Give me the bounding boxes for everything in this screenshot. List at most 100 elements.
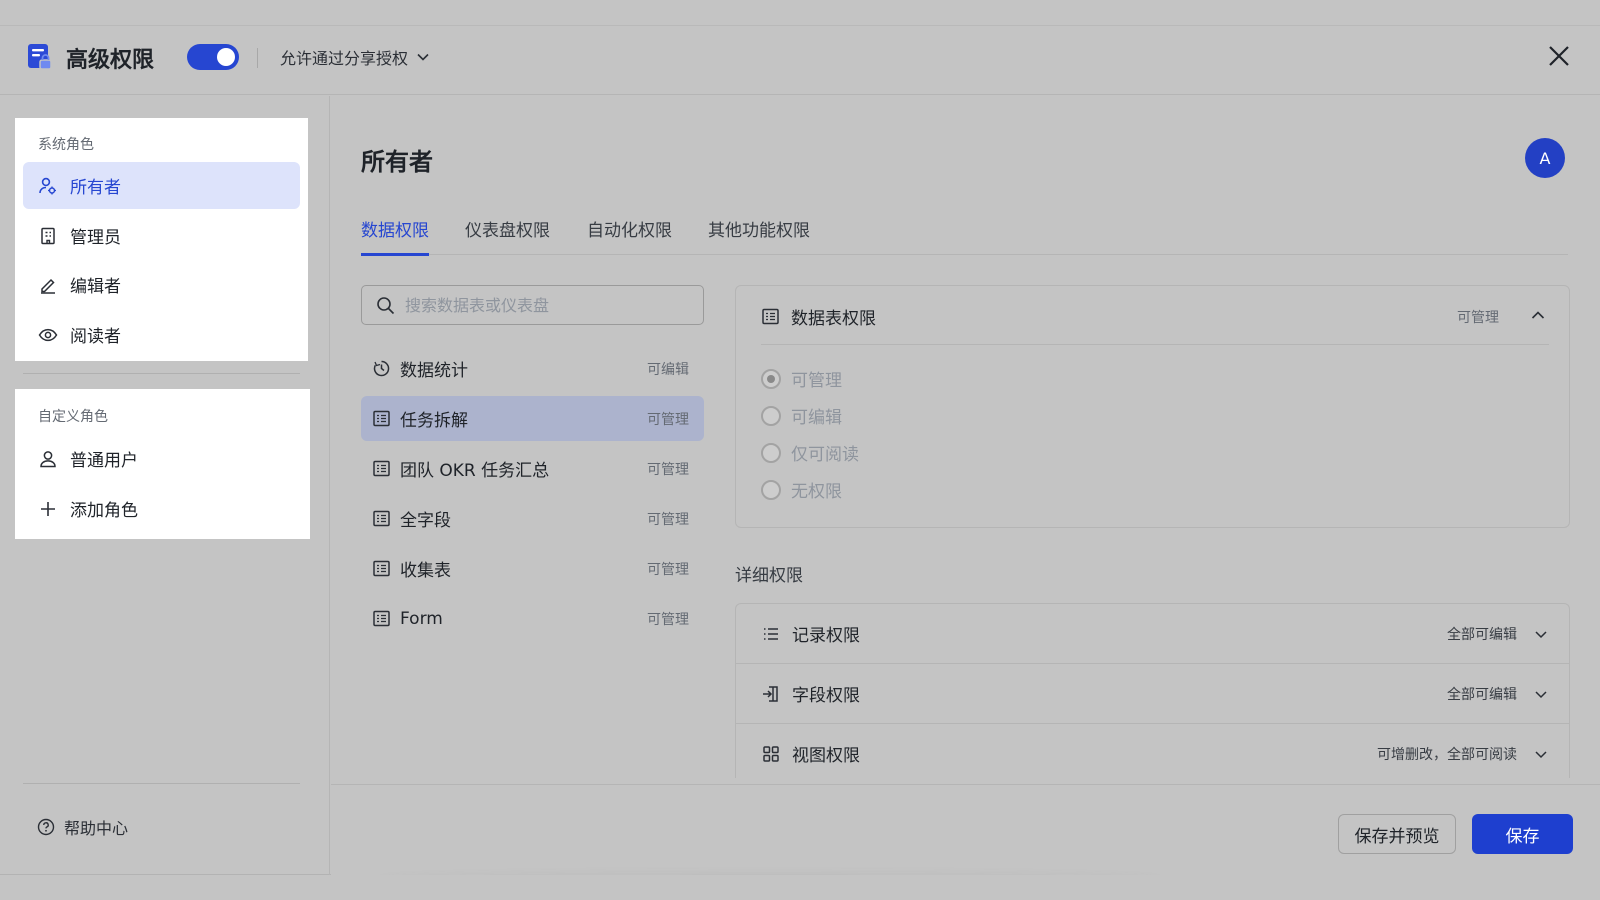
table-icon <box>373 510 390 527</box>
detail-row-field[interactable]: 字段权限 全部可编辑 <box>736 664 1569 724</box>
field-icon <box>763 685 778 702</box>
role-label: 阅读者 <box>70 327 121 347</box>
detail-row-record[interactable]: 记录权限 全部可编辑 <box>736 604 1569 664</box>
search-input[interactable] <box>405 295 685 315</box>
table-icon <box>762 308 779 325</box>
search-icon <box>377 296 395 314</box>
table-list-item[interactable]: 任务拆解 可管理 <box>361 396 704 441</box>
radio-button[interactable] <box>761 405 781 426</box>
user-icon <box>40 450 56 467</box>
role-item-normal-user[interactable]: 普通用户 <box>23 435 300 482</box>
table-list-item[interactable]: 收集表 可管理 <box>361 546 704 591</box>
table-permission-header: 数据表权限 <box>761 304 876 329</box>
permission-option-label: 仅可阅读 <box>791 445 859 465</box>
table-list-item[interactable]: 全字段 可管理 <box>361 496 704 541</box>
table-list-item[interactable]: Form 可管理 <box>361 596 704 641</box>
tab-dashboard-permissions[interactable]: 仪表盘权限 <box>465 216 550 253</box>
chevron-down-icon <box>1535 690 1547 698</box>
grid-icon <box>763 745 779 762</box>
role-item-owner[interactable]: 所有者 <box>23 162 300 209</box>
permission-option-label: 可编辑 <box>791 408 842 428</box>
dialog-title: 高级权限 <box>66 48 155 73</box>
role-item-admin[interactable]: 管理员 <box>23 212 300 259</box>
advanced-permission-app-icon <box>28 44 52 70</box>
role-label: 管理员 <box>70 228 121 248</box>
table-search-box[interactable] <box>361 285 704 325</box>
table-permission-card: 数据表权限 可管理 可管理 可编辑 仅可阅读 无权限 <box>735 285 1570 528</box>
help-center-label: 帮助中心 <box>64 819 129 838</box>
radio-button[interactable] <box>761 479 781 500</box>
role-permission-panel: 所有者 A 数据权限 仪表盘权限 自动化权限 其他功能权限 数据统计 可编辑 任… <box>331 96 1600 876</box>
table-permission-value: 可编辑 <box>647 361 689 378</box>
backdrop-top <box>0 0 1600 25</box>
table-name: 数据统计 <box>400 361 468 381</box>
table-name: 全字段 <box>400 511 451 531</box>
table-name: 任务拆解 <box>400 411 468 431</box>
eye-icon <box>38 328 58 341</box>
chevron-down-icon <box>1535 630 1547 638</box>
role-title: 所有者 <box>361 148 433 176</box>
detail-name: 记录权限 <box>792 626 860 646</box>
radio-button[interactable] <box>761 368 781 389</box>
system-roles-label: 系统角色 <box>38 137 94 153</box>
table-icon <box>373 560 390 577</box>
avatar[interactable]: A <box>1525 138 1565 178</box>
table-permission-value: 可管理 <box>647 511 689 528</box>
table-permission-title: 数据表权限 <box>791 309 876 329</box>
role-item-editor[interactable]: 编辑者 <box>23 261 300 308</box>
table-name: 收集表 <box>400 561 451 581</box>
dialog-footer: 保存并预览 保存 <box>331 784 1600 876</box>
share-authorization-dropdown[interactable]: 允许通过分享授权 <box>280 45 430 69</box>
roles-sidebar: 系统角色 所有者 管理员 编辑者 阅读者 自定义角色 普通用户 添加角色 帮助中… <box>0 96 330 876</box>
chevron-down-icon <box>1535 750 1547 758</box>
tab-automation-permissions[interactable]: 自动化权限 <box>587 216 672 253</box>
table-permission-value: 可管理 <box>647 561 689 578</box>
dashboard-icon <box>373 360 390 377</box>
share-dropdown-label: 允许通过分享授权 <box>280 49 409 68</box>
detail-row-view[interactable]: 视图权限 可增删改，全部可阅读 <box>736 724 1569 778</box>
owner-icon <box>39 177 56 194</box>
sidebar-divider <box>23 373 300 374</box>
save-and-preview-button[interactable]: 保存并预览 <box>1338 814 1456 854</box>
detail-value: 可增删改，全部可阅读 <box>1377 746 1517 763</box>
pencil-icon <box>41 278 55 294</box>
permission-option-label: 可管理 <box>791 371 842 391</box>
custom-roles-card: 自定义角色 普通用户 添加角色 <box>15 389 310 539</box>
dialog-header: 高级权限 允许通过分享授权 <box>0 26 1600 95</box>
permission-option-label: 无权限 <box>791 482 842 502</box>
table-icon <box>373 410 390 427</box>
permission-option-edit[interactable]: 可编辑 <box>761 403 842 428</box>
close-icon[interactable] <box>1546 43 1572 69</box>
permission-option-none[interactable]: 无权限 <box>761 477 842 502</box>
role-item-reader[interactable]: 阅读者 <box>23 311 300 358</box>
permission-option-manage[interactable]: 可管理 <box>761 366 842 391</box>
table-permission-status: 可管理 <box>1457 310 1499 326</box>
role-label: 编辑者 <box>70 277 121 297</box>
plus-icon <box>41 501 55 516</box>
help-center-link[interactable]: 帮助中心 <box>37 815 128 839</box>
table-icon <box>373 460 390 477</box>
advanced-permissions-toggle[interactable] <box>187 44 239 70</box>
table-list-item[interactable]: 数据统计 可编辑 <box>361 346 704 391</box>
add-role-button[interactable]: 添加角色 <box>23 485 300 532</box>
radio-button[interactable] <box>761 442 781 463</box>
add-role-label: 添加角色 <box>70 501 138 521</box>
question-circle-icon <box>37 818 55 836</box>
table-list-item[interactable]: 团队 OKR 任务汇总 可管理 <box>361 446 704 491</box>
detail-name: 视图权限 <box>792 746 860 766</box>
tab-other-permissions[interactable]: 其他功能权限 <box>708 216 810 253</box>
header-divider <box>257 48 258 68</box>
permission-tabs: 数据权限 仪表盘权限 自动化权限 其他功能权限 <box>361 213 1568 256</box>
permission-option-read-only[interactable]: 仅可阅读 <box>761 440 859 465</box>
save-button[interactable]: 保存 <box>1472 814 1573 854</box>
table-icon <box>373 610 390 627</box>
chevron-up-icon[interactable] <box>1529 306 1547 324</box>
role-label: 普通用户 <box>70 451 138 471</box>
system-roles-card: 系统角色 所有者 管理员 编辑者 阅读者 <box>15 118 308 361</box>
table-permission-value: 可管理 <box>647 461 689 478</box>
custom-roles-label: 自定义角色 <box>38 409 108 425</box>
chevron-down-icon <box>417 53 429 61</box>
tab-data-permissions[interactable]: 数据权限 <box>361 216 429 256</box>
backdrop-bottom <box>0 875 1600 900</box>
toggle-knob <box>217 48 235 66</box>
